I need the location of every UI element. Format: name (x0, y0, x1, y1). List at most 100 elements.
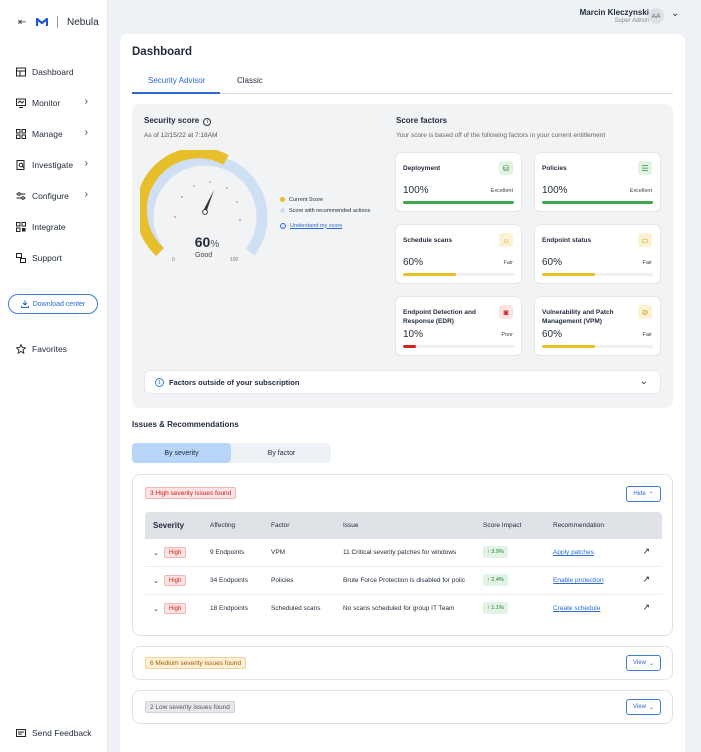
avatar[interactable]: AA (648, 8, 664, 24)
factor-name: Policies (542, 165, 567, 172)
send-feedback-button[interactable]: Send Feedback (16, 724, 96, 742)
download-center-label: Download center (32, 300, 86, 308)
recommendation-link[interactable]: Apply patches (553, 549, 594, 556)
sidebar-item-favorites[interactable]: Favorites (16, 340, 96, 358)
score-date: As of 12/15/22 at 7:18AM (144, 132, 218, 139)
factor-rating: Fair (642, 332, 652, 338)
impact-badge: ↑ 3.9% (483, 546, 508, 558)
impact-badge: ↑ 1.1% (483, 602, 508, 614)
vpm-icon: ⊘ (638, 305, 652, 319)
external-link-icon[interactable]: ↗ (642, 546, 650, 557)
low-severity-card: 2 Low severity issues found View ⌄ (132, 690, 673, 724)
sidebar-item-dashboard[interactable]: Dashboard (16, 63, 96, 81)
view-button[interactable]: View ⌄ (626, 699, 661, 715)
table-header: Severity Affecting Factor Issue Score Im… (145, 512, 662, 539)
chevron-down-icon: ⌄ (639, 376, 648, 387)
factor-progress-bar (542, 273, 653, 276)
factor-progress-bar (403, 345, 514, 348)
medium-severity-card: 6 Medium severity issues found View ⌄ (132, 646, 673, 680)
deployment-icon: ⛁ (499, 161, 513, 175)
low-severity-badge: 2 Low severity issues found (145, 701, 235, 713)
factor-card-endpoint-status[interactable]: Endpoint status ▭ 60% Fair (534, 224, 661, 284)
outside-subscription-accordion[interactable]: 1 Factors outside of your subscription ⌄ (144, 370, 661, 394)
factor-card-vpm[interactable]: Vulnerability and Patch Management (VPM)… (534, 296, 661, 356)
tab-security-advisor[interactable]: Security Advisor (148, 76, 205, 85)
factor-card-edr[interactable]: Endpoint Detection and Response (EDR) ◙ … (395, 296, 522, 356)
sidebar-item-support[interactable]: Support (16, 249, 96, 267)
sidebar-item-monitor[interactable]: Monitor › (16, 94, 96, 112)
legend-current: Current Score (289, 196, 324, 203)
factor-card-schedule-scans[interactable]: Schedule scans ☼ 60% Fair (395, 224, 522, 284)
factor-rating: Poor (501, 332, 513, 338)
high-severity-badge: 3 High severity issues found (145, 487, 237, 499)
by-severity-toggle[interactable]: By severity (132, 443, 231, 463)
sidebar-item-label: Investigate (32, 160, 74, 170)
chevron-down-icon[interactable]: ⌄ (153, 577, 159, 585)
endpoint-status-icon: ▭ (638, 233, 652, 247)
factor-progress-bar (403, 201, 514, 204)
schedule-icon: ☼ (499, 233, 513, 247)
download-icon (20, 300, 29, 308)
chevron-down-icon[interactable]: ⌄ (153, 549, 159, 557)
sidebar-item-integrate[interactable]: Integrate (16, 218, 96, 236)
factor-name: Endpoint status (542, 237, 592, 244)
understand-score-link[interactable]: Understand my score (290, 223, 342, 229)
current-score-dot (280, 197, 285, 202)
hide-button[interactable]: Hide ⌃ (626, 486, 661, 502)
sidebar-item-manage[interactable]: Manage › (16, 125, 96, 143)
external-link-icon[interactable]: ↗ (642, 602, 650, 613)
brand: ⇤ Nebula (18, 16, 99, 28)
policies-icon: ☰ (638, 161, 652, 175)
factor-value: 100% (403, 185, 429, 196)
factor-name: Endpoint Detection and Response (EDR) (403, 309, 476, 325)
view-button[interactable]: View ⌄ (626, 655, 661, 671)
sidebar-item-configure[interactable]: Configure › (16, 187, 96, 205)
factor-value: 10% (403, 329, 424, 340)
sidebar-item-label: Configure (32, 191, 69, 201)
info-icon: i (280, 222, 286, 229)
factor-card-policies[interactable]: Policies ☰ 100% Excellent (534, 152, 661, 212)
sidebar-item-label: Integrate (32, 222, 66, 232)
col-recommendation: Recommendation (553, 522, 604, 529)
gauge-max-label: 100 (230, 257, 239, 263)
recommendation-link[interactable]: Enable protection (553, 577, 604, 584)
user-name: Marcin Kleczynski (579, 8, 649, 17)
sidebar: ⇤ Nebula Dashboard Monitor › Manage › In… (0, 0, 108, 752)
tab-classic[interactable]: Classic (237, 76, 263, 85)
chevron-right-icon: › (84, 189, 88, 200)
download-center-button[interactable]: Download center (8, 294, 98, 314)
outside-subscription-label: Factors outside of your subscription (169, 378, 300, 387)
by-factor-toggle[interactable]: By factor (232, 443, 331, 463)
chevron-right-icon: › (84, 158, 88, 169)
tabs: Security Advisor Classic (132, 74, 673, 94)
view-toggle: By severity By factor (132, 443, 331, 463)
user-role: Super Admin (614, 18, 649, 24)
severity-badge: High (164, 603, 187, 614)
factor-progress-bar (542, 201, 653, 204)
brand-name: Nebula (67, 16, 99, 28)
chevron-down-icon[interactable]: ⌄ (153, 605, 159, 613)
issues-table: Severity Affecting Factor Issue Score Im… (145, 512, 662, 623)
sidebar-item-label: Manage (32, 129, 63, 139)
col-severity: Severity (153, 521, 185, 530)
recommendation-link[interactable]: Create schedule (553, 605, 600, 612)
sidebar-item-investigate[interactable]: Investigate › (16, 156, 96, 174)
main-content: Dashboard Security Advisor Classic Secur… (120, 34, 685, 752)
factor-card-deployment[interactable]: Deployment ⛁ 100% Excellent (395, 152, 522, 212)
chevron-down-icon[interactable]: ⌄ (671, 8, 679, 19)
info-icon[interactable]: i (203, 118, 212, 126)
chevron-right-icon: › (84, 96, 88, 107)
external-link-icon[interactable]: ↗ (642, 574, 650, 585)
gauge-min-label: 0 (172, 257, 175, 263)
factor-cell: VPM (271, 549, 286, 556)
investigate-icon (16, 160, 25, 170)
col-affecting: Affecting (210, 522, 236, 529)
factor-name: Schedule scans (403, 237, 453, 244)
user-info[interactable]: Marcin Kleczynski Super Admin (580, 8, 649, 24)
high-severity-card: 3 High severity issues found Hide ⌃ Sever… (132, 474, 673, 636)
issue-cell: Brute Force Protection is disabled for p… (343, 577, 466, 584)
collapse-sidebar-icon[interactable]: ⇤ (18, 17, 30, 28)
monitor-icon (16, 98, 26, 108)
integrate-icon (16, 222, 26, 232)
outside-count-badge: 1 (155, 378, 164, 387)
